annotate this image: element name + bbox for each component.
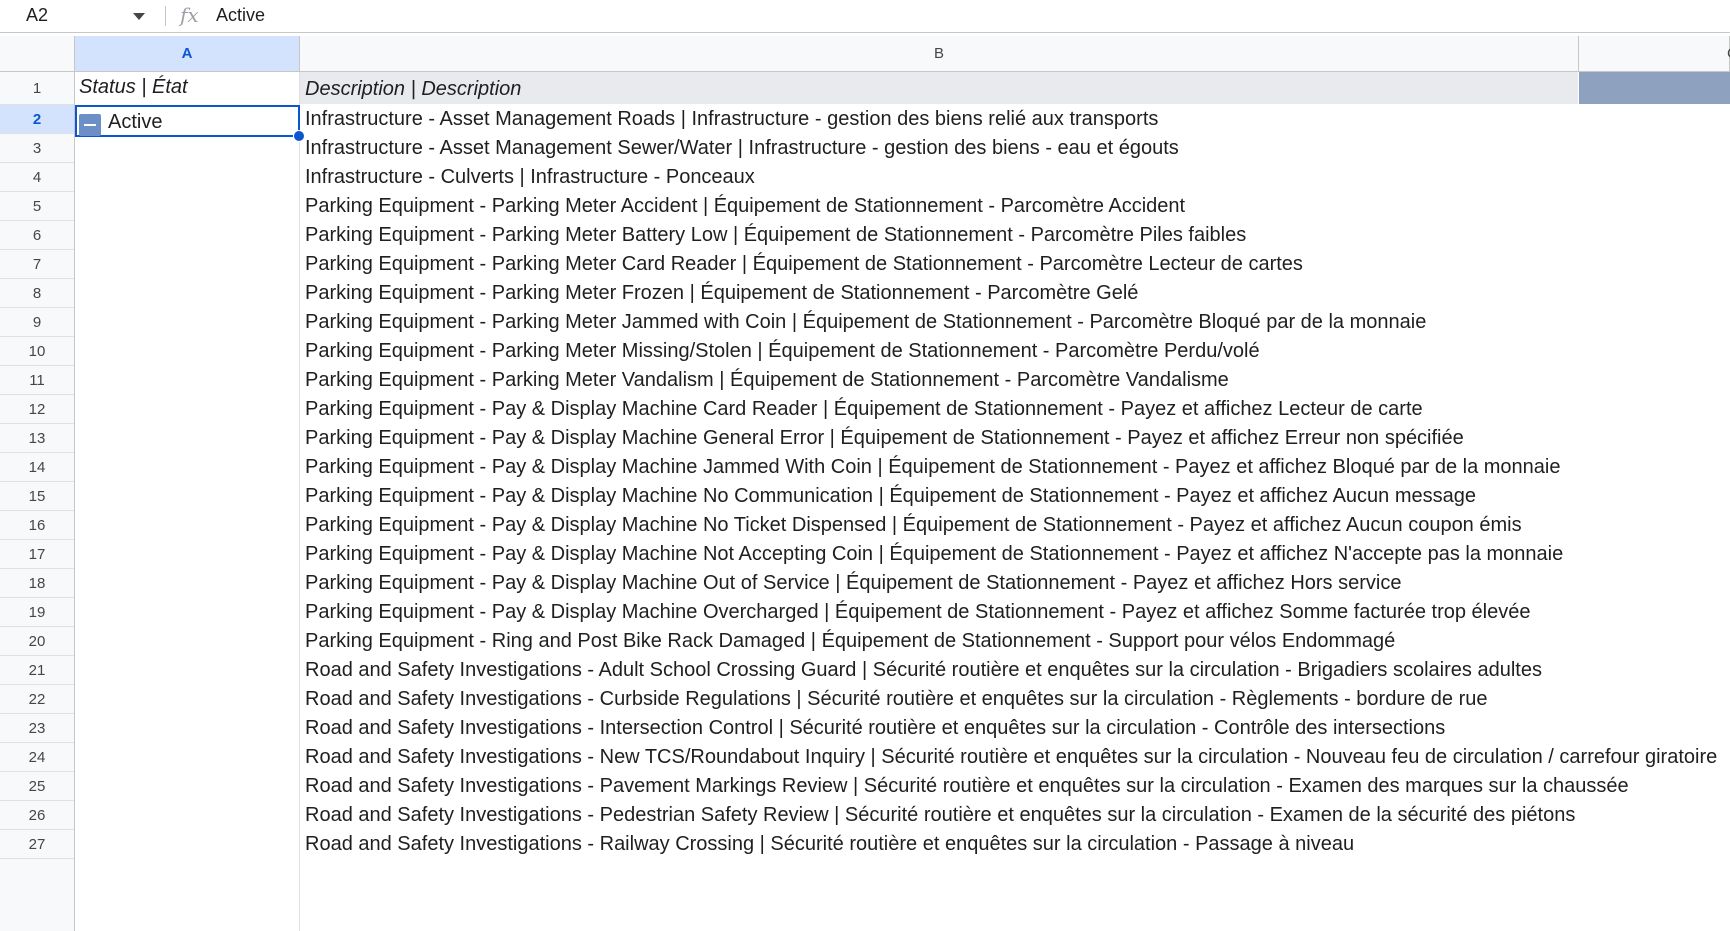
row-header[interactable]: 5 [0, 192, 74, 221]
description-cell[interactable]: Parking Equipment - Parking Meter Accide… [300, 192, 1185, 221]
description-cell[interactable]: Road and Safety Investigations - Adult S… [300, 656, 1542, 685]
row-header[interactable]: 7 [0, 250, 74, 279]
row-header[interactable]: 27 [0, 830, 74, 859]
description-cell[interactable]: Parking Equipment - Parking Meter Vandal… [300, 366, 1229, 395]
fx-icon: fx [180, 3, 199, 27]
row-header[interactable]: 11 [0, 366, 74, 395]
description-cell[interactable]: Parking Equipment - Parking Meter Batter… [300, 221, 1246, 250]
description-cell[interactable]: Parking Equipment - Pay & Display Machin… [300, 511, 1522, 540]
row-header[interactable]: 26 [0, 801, 74, 830]
description-cell[interactable]: Parking Equipment - Pay & Display Machin… [300, 453, 1561, 482]
description-cell[interactable]: Parking Equipment - Pay & Display Machin… [300, 598, 1530, 627]
row-header[interactable]: 17 [0, 540, 74, 569]
description-cell[interactable]: Parking Equipment - Pay & Display Machin… [300, 424, 1464, 453]
column-header-b[interactable]: B [300, 36, 1579, 71]
formula-input[interactable]: Active [216, 5, 265, 26]
row-header[interactable]: 16 [0, 511, 74, 540]
row-header[interactable]: 8 [0, 279, 74, 308]
column-header-a[interactable]: A [75, 36, 300, 71]
row-header[interactable]: 2 [0, 105, 74, 134]
select-all-corner[interactable] [0, 36, 75, 71]
row-header[interactable]: 3 [0, 134, 74, 163]
description-cell[interactable]: Parking Equipment - Ring and Post Bike R… [300, 627, 1395, 656]
row-header[interactable]: 15 [0, 482, 74, 511]
description-cell[interactable]: Parking Equipment - Parking Meter Card R… [300, 250, 1303, 279]
description-cell[interactable]: Parking Equipment - Pay & Display Machin… [300, 395, 1423, 424]
description-cell[interactable]: Road and Safety Investigations - Railway… [300, 830, 1354, 859]
row-header[interactable]: 6 [0, 221, 74, 250]
row-header[interactable]: 9 [0, 308, 74, 337]
row-header[interactable]: 20 [0, 627, 74, 656]
chevron-down-icon[interactable] [133, 13, 145, 20]
description-cell[interactable]: Parking Equipment - Pay & Display Machin… [300, 540, 1563, 569]
description-cell[interactable]: Road and Safety Investigations - New TCS… [300, 743, 1717, 772]
description-cell[interactable]: Parking Equipment - Parking Meter Jammed… [300, 308, 1426, 337]
header-cell-description[interactable]: Description | Description [300, 72, 521, 104]
row-header[interactable]: 18 [0, 569, 74, 598]
description-cell[interactable]: Road and Safety Investigations - Curbsid… [300, 685, 1488, 714]
row-header[interactable]: 14 [0, 453, 74, 482]
collapse-icon[interactable] [79, 114, 101, 136]
row-header[interactable]: 4 [0, 163, 74, 192]
description-cell[interactable]: Parking Equipment - Parking Meter Frozen… [300, 279, 1138, 308]
name-box-value[interactable]: A2 [26, 5, 48, 26]
description-cell[interactable]: Road and Safety Investigations - Interse… [300, 714, 1445, 743]
description-cell[interactable]: Parking Equipment - Pay & Display Machin… [300, 482, 1476, 511]
row-header[interactable]: 19 [0, 598, 74, 627]
row-header[interactable]: 13 [0, 424, 74, 453]
description-cell[interactable]: Road and Safety Investigations - Pavemen… [300, 772, 1629, 801]
sheet-grid: Status | État Description | Description … [75, 72, 1730, 931]
description-cell[interactable]: Infrastructure - Culverts | Infrastructu… [300, 163, 755, 192]
row-headers: 1 2 3 4 5 6 7 8 9 10 11 12 13 14 15 16 17 18 19 20 21 22 23 24 2… [0, 72, 75, 931]
status-value[interactable]: Active [108, 111, 162, 134]
description-cell[interactable]: Road and Safety Investigations - Pedestr… [300, 801, 1575, 830]
row-header[interactable]: 1 [0, 72, 74, 105]
formula-bar: A2 fx Active [0, 0, 1730, 33]
column-header-row: A B C [0, 36, 1730, 72]
formula-bar-divider [165, 6, 166, 26]
description-cell[interactable]: Infrastructure - Asset Management Sewer/… [300, 134, 1179, 163]
header-cell-status[interactable]: Status | État [75, 72, 299, 104]
row-header[interactable]: 25 [0, 772, 74, 801]
row-header[interactable]: 23 [0, 714, 74, 743]
column-header-c[interactable]: C [1579, 36, 1730, 71]
row-header[interactable]: 10 [0, 337, 74, 366]
row-header[interactable]: 12 [0, 395, 74, 424]
row-header[interactable]: 24 [0, 743, 74, 772]
row-header[interactable]: 21 [0, 656, 74, 685]
description-cell[interactable]: Infrastructure - Asset Management Roads … [300, 105, 1158, 134]
row-header[interactable]: 22 [0, 685, 74, 714]
description-cell[interactable]: Parking Equipment - Parking Meter Missin… [300, 337, 1260, 366]
name-box[interactable]: A2 [0, 0, 160, 32]
description-cell[interactable]: Parking Equipment - Pay & Display Machin… [300, 569, 1401, 598]
header-row-background-c [1579, 72, 1730, 104]
